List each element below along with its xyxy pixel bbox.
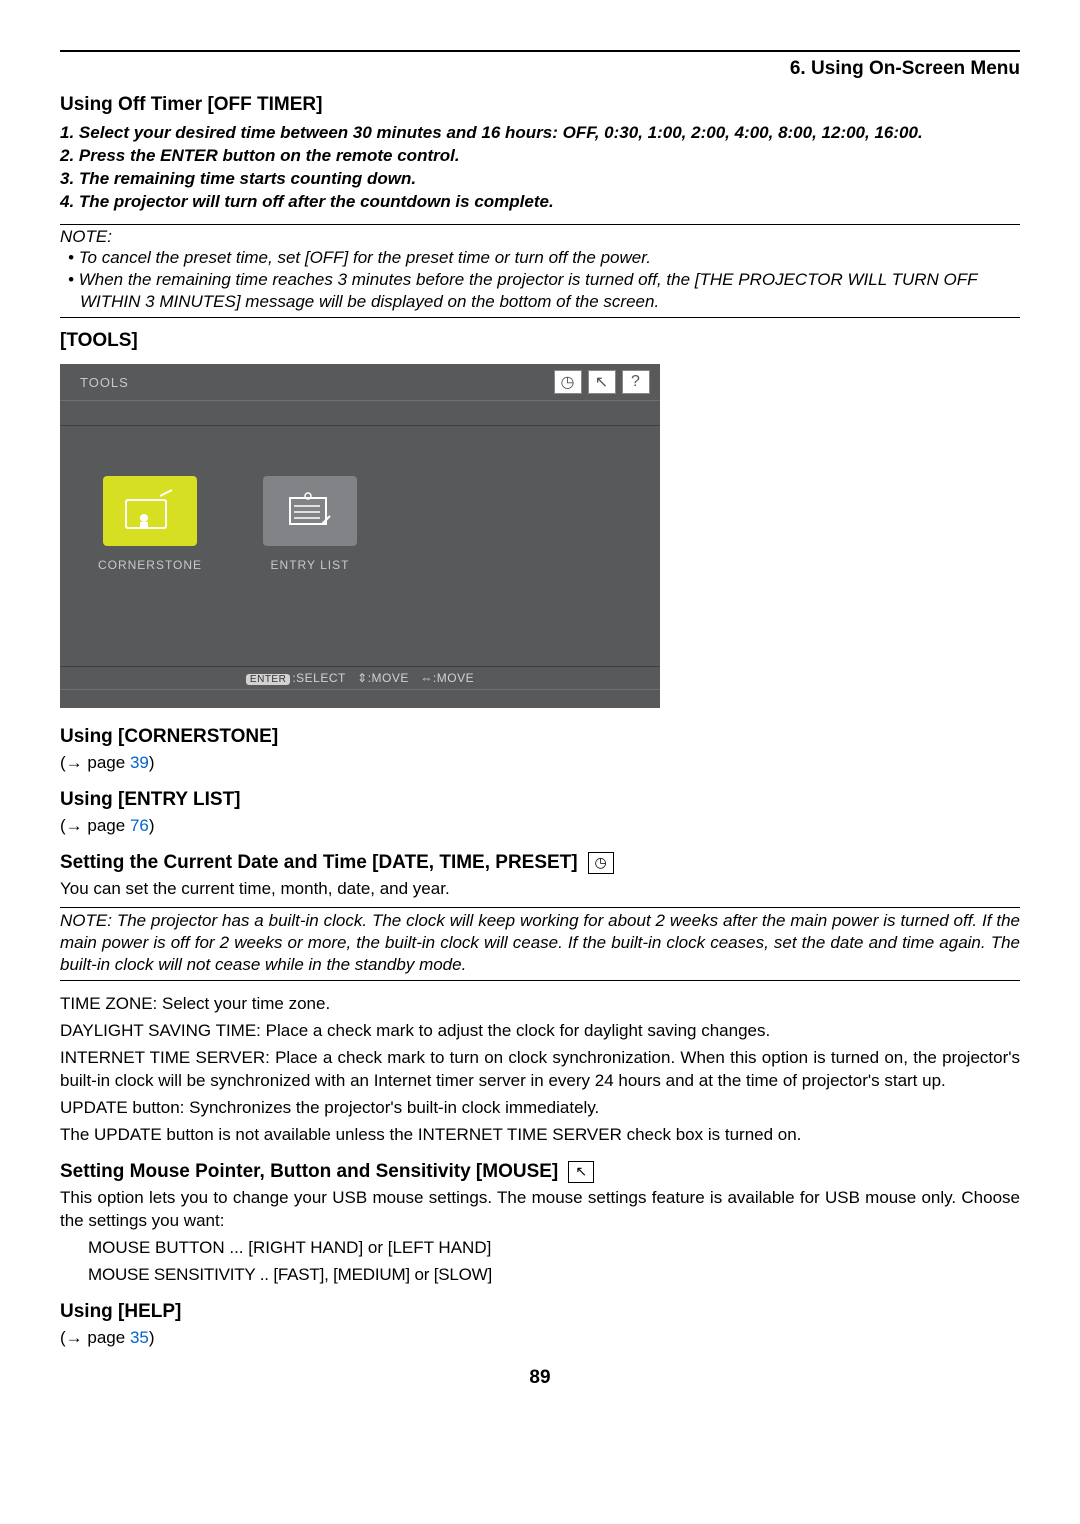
tool-label: ENTRY LIST xyxy=(271,558,350,572)
cornerstone-ref: (→ page 39) xyxy=(60,752,1020,775)
page-link[interactable]: 39 xyxy=(130,753,149,772)
mouse-setting-line: MOUSE BUTTON ... [RIGHT HAND] or [LEFT H… xyxy=(60,1237,1020,1260)
clock-icon[interactable]: ◷ xyxy=(554,370,582,394)
mouse-icon: ↖ xyxy=(568,1161,594,1183)
cornerstone-icon xyxy=(103,476,197,546)
help-icon[interactable]: ? xyxy=(622,370,650,394)
note-label: NOTE: xyxy=(60,227,1020,247)
note-item: • When the remaining time reaches 3 minu… xyxy=(60,269,1020,313)
mouse-intro: This option lets you to change your USB … xyxy=(60,1187,1020,1233)
tool-cornerstone[interactable]: CORNERSTONE xyxy=(90,476,210,636)
datetime-line: The UPDATE button is not available unles… xyxy=(60,1124,1020,1147)
help-heading: Using [HELP] xyxy=(60,1301,1020,1323)
tools-panel-title: TOOLS xyxy=(80,375,129,390)
datetime-intro: You can set the current time, month, dat… xyxy=(60,878,1020,901)
datetime-line: UPDATE button: Synchronizes the projecto… xyxy=(60,1097,1020,1120)
help-ref: (→ page 35) xyxy=(60,1327,1020,1350)
note-item: • To cancel the preset time, set [OFF] f… xyxy=(60,247,1020,269)
enter-pill: ENTER xyxy=(246,674,290,685)
entry-list-ref: (→ page 76) xyxy=(60,815,1020,838)
tools-hint-bar: ENTER:SELECT ⇕:MOVE ⇔:MOVE xyxy=(60,666,660,690)
note-text: NOTE: The projector has a built-in clock… xyxy=(60,910,1020,976)
tool-label: CORNERSTONE xyxy=(98,558,202,572)
entry-list-icon xyxy=(263,476,357,546)
datetime-line: DAYLIGHT SAVING TIME: Place a check mark… xyxy=(60,1020,1020,1043)
tool-entry-list[interactable]: ENTRY LIST xyxy=(250,476,370,636)
clock-icon: ◷ xyxy=(588,852,614,874)
page-number: 89 xyxy=(60,1367,1020,1389)
list-item: Select your desired time between 30 minu… xyxy=(60,122,1020,145)
list-item: The remaining time starts counting down. xyxy=(60,168,1020,191)
datetime-line: INTERNET TIME SERVER: Place a check mark… xyxy=(60,1047,1020,1093)
off-timer-note: NOTE: • To cancel the preset time, set [… xyxy=(60,224,1020,318)
datetime-heading: Setting the Current Date and Time [DATE,… xyxy=(60,852,578,874)
list-item: The projector will turn off after the co… xyxy=(60,191,1020,214)
mouse-icon[interactable]: ↖ xyxy=(588,370,616,394)
mouse-heading: Setting Mouse Pointer, Button and Sensit… xyxy=(60,1161,558,1183)
datetime-line: TIME ZONE: Select your time zone. xyxy=(60,993,1020,1016)
tools-panel: TOOLS ◷ ↖ ? CORNERSTONE xyxy=(60,364,660,708)
list-item: Press the ENTER button on the remote con… xyxy=(60,145,1020,168)
off-timer-heading: Using Off Timer [OFF TIMER] xyxy=(60,94,1020,116)
page-link[interactable]: 35 xyxy=(130,1328,149,1347)
chapter-title: 6. Using On-Screen Menu xyxy=(60,58,1020,80)
page-link[interactable]: 76 xyxy=(130,816,149,835)
tools-heading: [TOOLS] xyxy=(60,330,1020,352)
off-timer-steps: Select your desired time between 30 minu… xyxy=(60,122,1020,214)
entry-list-heading: Using [ENTRY LIST] xyxy=(60,789,1020,811)
cornerstone-heading: Using [CORNERSTONE] xyxy=(60,726,1020,748)
datetime-note: NOTE: The projector has a built-in clock… xyxy=(60,907,1020,981)
mouse-setting-line: MOUSE SENSITIVITY .. [FAST], [MEDIUM] or… xyxy=(60,1264,1020,1287)
